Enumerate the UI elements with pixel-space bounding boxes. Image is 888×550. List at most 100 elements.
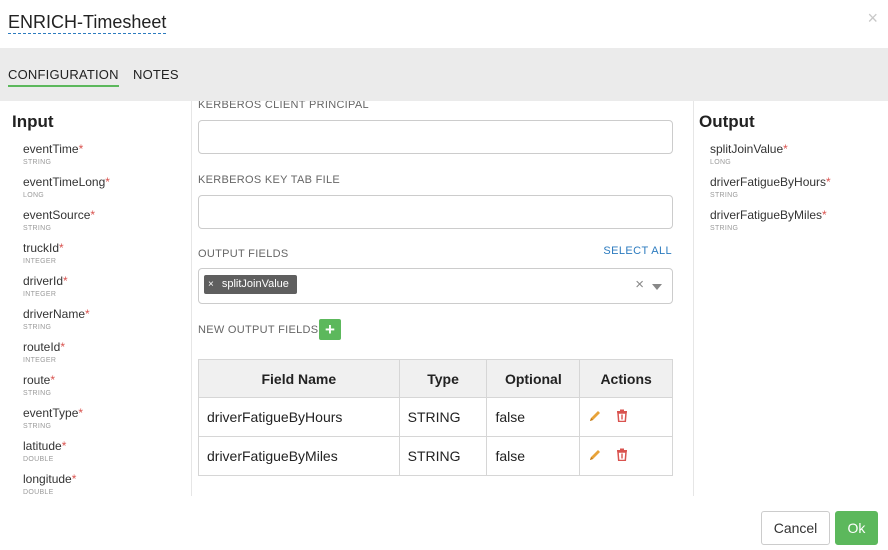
required-marker: * [826,175,831,189]
kerberos-keytab-label: KERBEROS KEY TAB FILE [198,174,341,186]
required-marker: * [63,274,68,288]
clear-icon[interactable]: × [635,276,644,293]
field-type: STRING [23,324,52,331]
field-type: LONG [710,159,732,166]
tag-label: splitJoinValue [221,278,289,290]
output-fields-table: Field Name Type Optional Actions driverF… [198,359,673,476]
output-fields-label: OUTPUT FIELDS [198,248,289,260]
cell-actions [579,436,673,476]
required-marker: * [60,340,66,354]
field-type: INTEGER [23,291,57,298]
kerberos-principal-input[interactable] [198,120,673,154]
required-marker: * [90,208,96,222]
select-all-link[interactable]: SELECT ALL [603,245,672,257]
field-type: DOUBLE [23,456,54,463]
output-fields-select[interactable]: × splitJoinValue × [198,268,673,304]
field-name: eventSource [23,208,91,222]
field-name: truckId [23,241,60,255]
edit-icon[interactable] [588,409,602,426]
column-header: Optional [486,359,581,398]
field-name: routeId [23,340,61,354]
field-type: STRING [23,423,52,430]
required-marker: * [85,307,90,321]
field-type: LONG [23,192,45,199]
field-name: eventTime [23,142,79,156]
divider [693,101,694,496]
table-row: driverFatigueByHours STRING false [198,397,673,437]
field-type: STRING [23,390,52,397]
input-field: driverId* INTEGER [23,274,110,307]
input-field: truckId* INTEGER [23,241,110,274]
remove-tag-icon[interactable]: × [208,275,214,294]
input-field: eventType* STRING [23,406,110,439]
input-field: routeId* INTEGER [23,340,110,373]
output-field-list: splitJoinValue* LONG driverFatigueByHours… [710,142,831,241]
input-field: eventTime* STRING [23,142,110,175]
cell-optional: false [486,397,581,437]
tab-bar: CONFIGURATION NOTES [0,48,888,101]
input-field-list: eventTime* STRING eventTimeLong* LONG even… [23,142,110,505]
chevron-down-icon[interactable] [652,284,662,290]
required-marker: * [783,142,788,156]
tab-notes[interactable]: NOTES [133,67,179,83]
cell-field-name: driverFatigueByHours [198,397,400,437]
kerberos-keytab-input[interactable] [198,195,673,229]
cell-type: STRING [398,436,488,476]
field-name: eventTimeLong [23,175,106,189]
field-type: STRING [23,225,52,232]
output-field: driverFatigueByHours* STRING [710,175,831,208]
output-field: splitJoinValue* LONG [710,142,831,175]
tab-configuration[interactable]: CONFIGURATION [8,67,119,87]
input-field: route* STRING [23,373,110,406]
field-name: latitude [23,439,62,453]
ok-button[interactable]: Ok [835,511,878,545]
kerberos-principal-label: KERBEROS CLIENT PRINCIPAL [198,101,369,111]
field-name: eventType [23,406,79,420]
input-field: eventTimeLong* LONG [23,175,110,208]
cell-actions [579,397,673,437]
selected-tag: × splitJoinValue [204,275,297,294]
required-marker: * [105,175,110,189]
close-icon[interactable]: × [867,9,878,27]
cell-field-name: driverFatigueByMiles [198,436,400,476]
required-marker: * [78,406,84,420]
delete-icon[interactable] [616,409,628,425]
field-type: INTEGER [23,357,57,364]
field-name: splitJoinValue [710,142,784,156]
delete-icon[interactable] [616,448,628,464]
add-field-button[interactable]: + [319,319,341,340]
config-form[interactable]: KERBEROS CLIENT PRINCIPAL KERBEROS KEY T… [192,101,693,496]
table-row: driverFatigueByMiles STRING false [198,436,673,476]
input-field: eventSource* STRING [23,208,110,241]
field-name: route [23,373,51,387]
input-panel-title: Input [12,112,54,131]
column-header: Type [398,359,488,398]
column-header: Field Name [198,359,400,398]
cancel-button[interactable]: Cancel [761,511,830,545]
field-name: driverFatigueByMiles [710,208,823,222]
cell-type: STRING [398,397,488,437]
input-field: latitude* DOUBLE [23,439,110,472]
field-name: longitude [23,472,72,486]
field-name: driverId [23,274,64,288]
required-marker: * [50,373,56,387]
output-panel-title: Output [699,112,755,131]
output-field: driverFatigueByMiles* STRING [710,208,831,241]
field-type: DOUBLE [23,489,54,496]
field-type: STRING [710,225,739,232]
edit-icon[interactable] [588,448,602,465]
modal-title[interactable]: ENRICH-Timesheet [8,12,167,34]
field-type: STRING [23,159,52,166]
field-name: driverFatigueByHours [710,175,827,189]
field-type: INTEGER [23,258,57,265]
field-type: STRING [710,192,739,199]
new-output-fields-label: NEW OUTPUT FIELDS [198,324,319,336]
required-marker: * [78,142,84,156]
table-header-row: Field Name Type Optional Actions [198,359,673,398]
modal-header: ENRICH-Timesheet × [0,0,888,48]
required-marker: * [71,472,77,486]
column-header: Actions [579,359,673,398]
field-name: driverName [23,307,86,321]
cell-optional: false [486,436,581,476]
required-marker: * [59,241,64,255]
